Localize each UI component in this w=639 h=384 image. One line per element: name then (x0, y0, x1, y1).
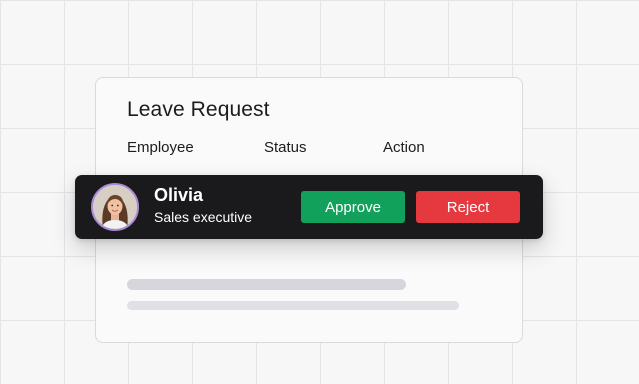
employee-role: Sales executive (154, 209, 253, 225)
reject-button[interactable]: Reject (416, 191, 520, 223)
approve-button[interactable]: Approve (301, 191, 405, 223)
column-header-status: Status (264, 139, 307, 156)
avatar (91, 183, 139, 231)
loading-placeholder-line (127, 279, 406, 290)
loading-placeholder-line (127, 301, 459, 310)
employee-name: Olivia (154, 185, 204, 205)
column-header-action: Action (383, 139, 425, 156)
card-title: Leave Request (127, 98, 270, 121)
user-avatar-icon (93, 185, 137, 229)
employee-request-row: Olivia Sales executive Approve Reject (75, 175, 543, 239)
column-header-employee: Employee (127, 139, 194, 156)
